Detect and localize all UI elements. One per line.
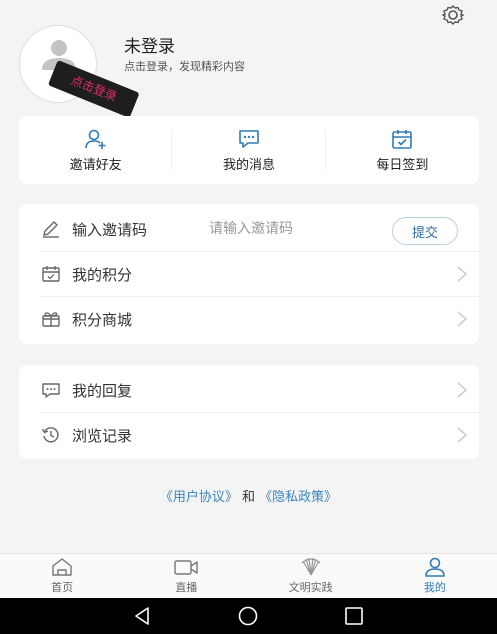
history-icon (41, 427, 59, 443)
tab-home-label: 首页 (51, 581, 74, 594)
chevron-right-icon (457, 382, 468, 398)
privacy-policy-link[interactable]: 《隐私政策》 (259, 490, 337, 505)
back-icon[interactable] (132, 605, 154, 627)
invite-code-label: 输入邀请码 (72, 221, 148, 239)
points-mall-label: 积分商城 (72, 311, 133, 329)
chat-icon (42, 383, 60, 398)
login-title[interactable]: 未登录 (124, 32, 175, 57)
daily-checkin-button[interactable]: 每日签到 (326, 116, 479, 184)
profile-header: 未登录 点击登录，发现精彩内容 点击登录 (0, 0, 497, 118)
invite-friends-label: 邀请好友 (69, 157, 122, 173)
my-messages-button[interactable]: 我的消息 (172, 116, 326, 184)
message-icon (239, 129, 259, 148)
my-replies-label: 我的回复 (72, 382, 133, 400)
my-points-label: 我的积分 (72, 266, 133, 284)
home-circle-icon[interactable] (237, 605, 259, 627)
agreement-links: 《用户协议》 和 《隐私政策》 (0, 486, 497, 505)
chevron-right-icon (457, 266, 468, 282)
login-subtitle[interactable]: 点击登录，发现精彩内容 (124, 58, 245, 74)
points-mall-row[interactable]: 积分商城 (19, 297, 479, 342)
my-points-row[interactable]: 我的积分 (19, 252, 479, 297)
my-replies-row[interactable]: 我的回复 (19, 368, 479, 413)
browse-history-label: 浏览记录 (72, 427, 133, 445)
pencil-icon (43, 221, 59, 238)
tab-home[interactable]: 首页 (0, 554, 124, 598)
video-icon (174, 560, 199, 575)
user-icon (425, 557, 445, 577)
tab-mine[interactable]: 我的 (373, 554, 497, 598)
tab-civilization[interactable]: 文明实践 (249, 554, 373, 598)
quick-actions-card: 邀请好友 我的消息 每日签到 (19, 116, 479, 184)
calendar-icon (42, 266, 60, 282)
invite-friends-button[interactable]: 邀请好友 (19, 116, 173, 184)
browse-history-row[interactable]: 浏览记录 (19, 413, 479, 458)
chevron-right-icon (457, 427, 468, 443)
system-nav-bar (0, 598, 497, 634)
invite-code-input[interactable] (209, 217, 379, 241)
chevron-right-icon (457, 311, 468, 327)
tab-live[interactable]: 直播 (124, 554, 248, 598)
tab-mine-label: 我的 (423, 581, 446, 594)
settings-icon[interactable] (440, 4, 466, 26)
submit-button[interactable]: 提交 (392, 217, 458, 245)
invite-code-row: 输入邀请码 提交 (19, 207, 479, 252)
agreement-and: 和 (237, 490, 260, 505)
menu-card-primary: 输入邀请码 提交 我的积分 积分商城 (19, 204, 479, 344)
my-messages-label: 我的消息 (222, 157, 275, 173)
calendar-check-icon (392, 129, 413, 149)
gift-icon (42, 312, 60, 327)
add-user-icon (84, 129, 106, 149)
home-icon (52, 558, 72, 576)
tab-civilization-label: 文明实践 (288, 581, 333, 594)
daily-checkin-label: 每日签到 (376, 157, 429, 173)
civilization-icon (301, 557, 321, 576)
recents-icon[interactable] (343, 605, 365, 627)
menu-card-secondary: 我的回复 浏览记录 (19, 365, 479, 459)
user-agreement-link[interactable]: 《用户协议》 (160, 490, 238, 505)
bottom-tab-bar: 首页 直播 文明实践 我的 (0, 553, 497, 598)
tab-live-label: 直播 (175, 581, 198, 594)
